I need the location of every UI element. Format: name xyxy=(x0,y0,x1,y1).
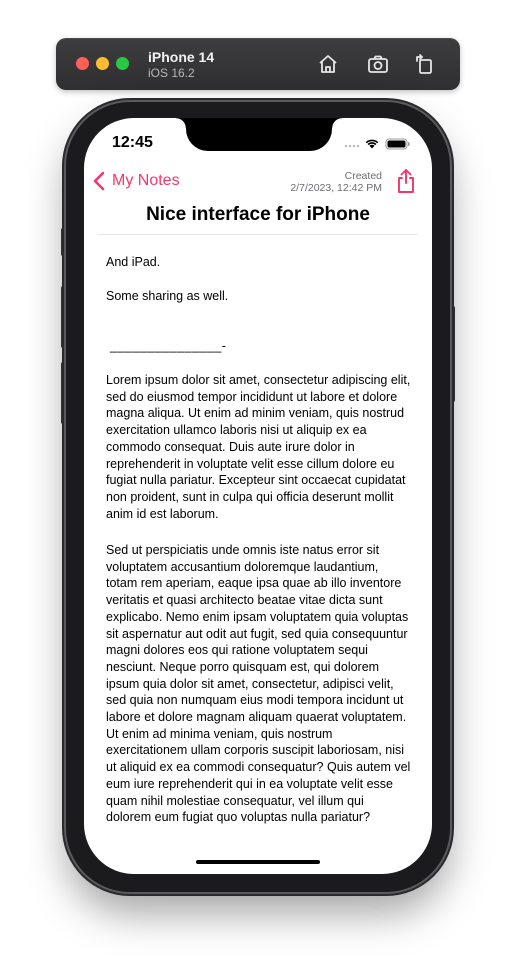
simulator-toolbar: iPhone 14 iOS 16.2 xyxy=(56,38,460,90)
note-rule: _______________- xyxy=(110,339,227,353)
chevron-left-icon xyxy=(93,171,105,191)
note-title: Nice interface for iPhone xyxy=(146,204,370,225)
cellular-dots-icon xyxy=(344,144,360,148)
created-info: Created 2/7/2023, 12:42 PM xyxy=(290,170,382,194)
home-icon[interactable] xyxy=(316,52,340,76)
status-time: 12:45 xyxy=(112,134,153,151)
volume-down-button xyxy=(61,362,65,424)
mute-switch xyxy=(61,228,65,256)
os-version: iOS 16.2 xyxy=(148,66,195,80)
volume-up-button xyxy=(61,286,65,348)
note-line-2: Some sharing as well. xyxy=(106,289,229,303)
rotate-icon[interactable] xyxy=(412,52,436,76)
notch xyxy=(176,118,342,151)
screenshot-icon[interactable] xyxy=(366,52,390,76)
note-paragraph-2: Sed ut perspiciatis unde omnis iste natu… xyxy=(106,543,411,825)
note-paragraph-1: Lorem ipsum dolor sit amet, consectetur … xyxy=(106,373,411,521)
created-date: 2/7/2023, 12:42 PM xyxy=(290,182,382,194)
share-button[interactable] xyxy=(394,168,418,194)
close-window-button[interactable] xyxy=(76,57,89,70)
back-button[interactable]: My Notes xyxy=(92,168,180,194)
wifi-icon xyxy=(365,139,379,149)
status-icons xyxy=(342,136,412,150)
created-label: Created xyxy=(344,170,382,182)
back-button-label: My Notes xyxy=(112,172,180,189)
share-icon xyxy=(398,169,414,193)
side-button xyxy=(451,306,455,402)
device-name: iPhone 14 xyxy=(148,49,215,65)
zoom-window-button[interactable] xyxy=(116,57,129,70)
battery-icon xyxy=(385,138,410,150)
minimize-window-button[interactable] xyxy=(96,57,109,70)
nav-divider xyxy=(98,234,418,235)
note-line-1: And iPad. xyxy=(106,255,161,269)
device-screen: 12:45 My Notes Created 2/7/2023, 12:42 P… xyxy=(84,118,432,874)
home-indicator[interactable] xyxy=(196,860,320,864)
